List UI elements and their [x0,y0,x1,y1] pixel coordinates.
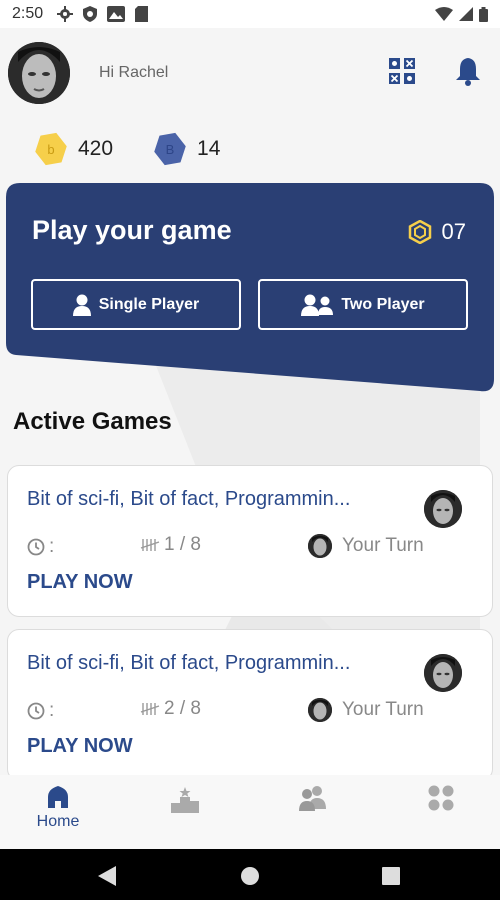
turn-avatar [308,534,332,558]
two-player-button[interactable]: Two Player [258,279,468,330]
two-player-label: Two Player [341,295,425,313]
svg-text:b: b [47,142,54,157]
nav-home-label: Home [36,813,80,830]
play-now-button[interactable]: PLAY NOW [27,735,133,758]
svg-text:B: B [166,142,175,157]
round-progress: 1 / 8 [164,534,201,555]
turn-status: Your Turn [342,699,424,720]
blue-coin-value: 14 [197,137,221,160]
turn-status: Your Turn [342,535,424,556]
two-users-icon [301,294,334,316]
system-navigation-bar [0,849,500,900]
timer-text: : [49,700,55,721]
tic-tac-toe-button[interactable] [389,58,415,84]
opponent-avatar [424,654,462,692]
tally-icon [140,703,160,715]
game-meta-row: : 2 / 8 Your Turn [27,698,447,722]
home-button-icon[interactable] [240,866,260,886]
notifications-button[interactable] [455,56,481,86]
nav-home[interactable]: Home [23,785,93,841]
leaderboard-icon [171,787,199,813]
settings-gear-icon [57,6,74,22]
clock-icon [27,702,45,720]
game-card-2[interactable]: Bit of sci-fi, Bit of fact, Programmin..… [7,629,493,781]
qr-icon [389,58,415,84]
single-player-button[interactable]: Single Player [31,279,241,330]
timer-text: : [49,536,55,557]
shield-icon [83,6,98,22]
status-bar: 2:50 [0,0,500,28]
nav-apps[interactable] [406,785,476,841]
back-icon[interactable] [98,866,116,886]
sd-card-icon [135,6,149,22]
bottom-navigation: Home [0,775,500,849]
hexagon-token-icon [408,220,431,244]
apps-icon [428,785,454,811]
bell-icon [456,58,480,86]
home-icon [48,786,68,808]
nav-leaderboard[interactable] [150,785,220,841]
game-title[interactable]: Bit of sci-fi, Bit of fact, Programmin..… [27,652,399,675]
wifi-icon [435,7,453,21]
blue-coin-icon: B [153,132,187,166]
games-count-value: 07 [441,219,466,244]
play-card-title: Play your game [32,215,232,245]
turn-avatar [308,698,332,722]
clock-icon [27,538,45,556]
games-count: 07 [408,219,466,245]
status-time: 2:50 [12,5,44,22]
nav-friends[interactable] [278,785,348,841]
opponent-avatar [424,490,462,528]
tally-icon [140,539,160,551]
game-meta-row: : 1 / 8 Your Turn [27,534,447,558]
photo-icon [107,6,126,22]
play-now-button[interactable]: PLAY NOW [27,571,133,594]
signal-icon [459,7,473,21]
recents-icon[interactable] [382,867,400,885]
coin-balance-row: b 420 B 14 [34,132,220,166]
single-player-label: Single Player [98,295,200,313]
round-progress: 2 / 8 [164,698,201,719]
gold-coin-icon: b [34,132,68,166]
gold-coin-value: 420 [78,137,114,160]
profile-avatar[interactable] [8,42,70,104]
friends-icon [299,786,326,811]
greeting-text: Hi Rachel [99,64,169,81]
battery-icon [479,6,488,22]
game-title[interactable]: Bit of sci-fi, Bit of fact, Programmin..… [27,488,399,511]
single-user-icon [72,294,91,316]
play-game-card: Play your game 07 Single Player Two Play… [6,183,494,393]
game-card-1[interactable]: Bit of sci-fi, Bit of fact, Programmin..… [7,465,493,617]
active-games-title: Active Games [13,408,172,435]
